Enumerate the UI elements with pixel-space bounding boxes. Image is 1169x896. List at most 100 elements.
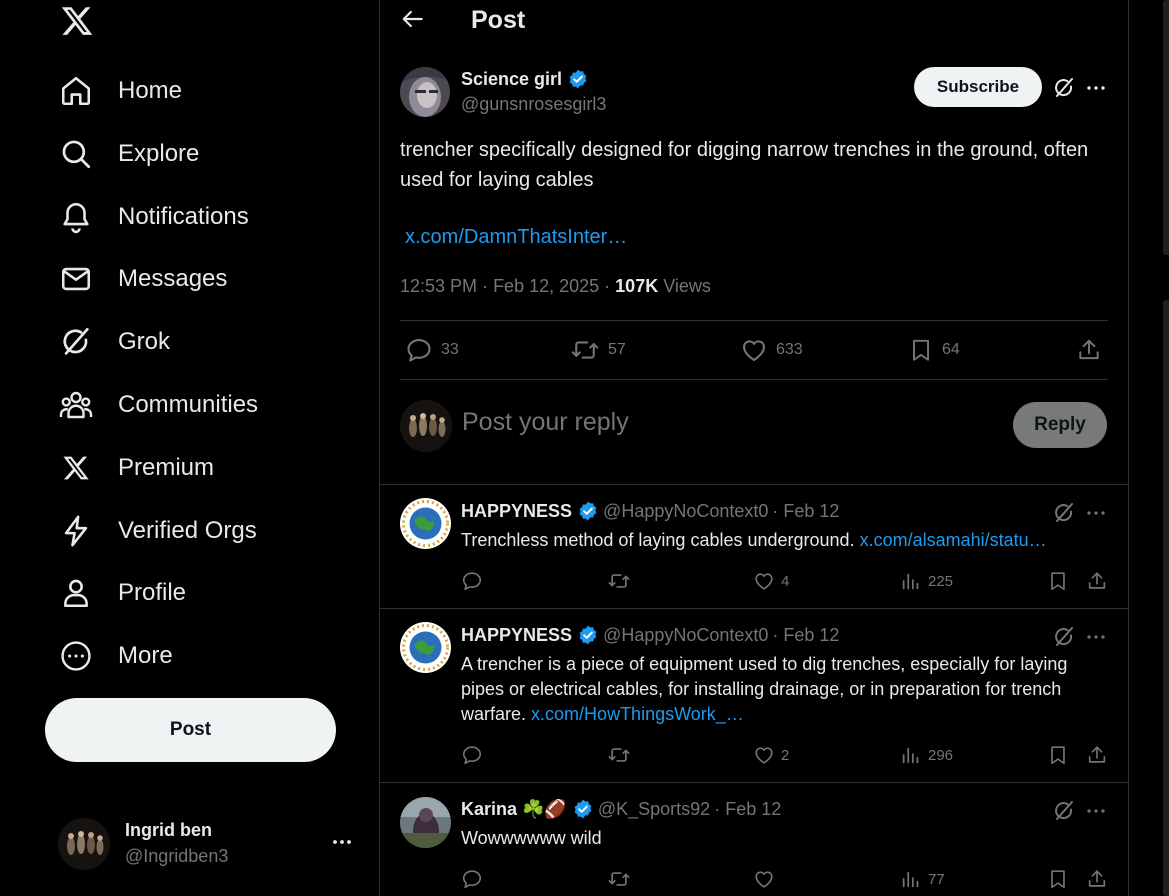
repost-icon xyxy=(608,872,630,886)
bookmark-action[interactable]: 64 xyxy=(908,335,960,365)
verified-badge-icon xyxy=(577,624,599,646)
like-action[interactable]: 633 xyxy=(740,335,803,365)
reply-like-count: 4 xyxy=(781,572,790,590)
repost-action[interactable]: 57 xyxy=(570,335,626,365)
nav-explore-label: Explore xyxy=(118,140,200,167)
right-panel-edge xyxy=(1163,300,1169,896)
reply-views-action[interactable]: 225 xyxy=(900,569,953,593)
reply-author-name[interactable]: Karina ☘️🏈 xyxy=(461,799,567,820)
share-icon xyxy=(1088,870,1106,887)
back-arrow-icon[interactable] xyxy=(400,6,426,32)
reply-author-name[interactable]: HAPPYNESS xyxy=(461,501,572,522)
more-icon[interactable] xyxy=(1084,625,1108,649)
bar-chart-icon xyxy=(902,871,919,888)
post-views-count: 107K xyxy=(615,276,659,296)
nav-explore[interactable]: Explore xyxy=(58,129,199,179)
reply-bookmark-action[interactable] xyxy=(1047,569,1075,593)
grok-icon[interactable] xyxy=(1052,501,1076,525)
reply-avatar[interactable] xyxy=(400,622,451,673)
verified-badge-icon xyxy=(572,798,594,820)
reply-date[interactable]: · Feb 12 xyxy=(714,799,781,820)
nav-home-label: Home xyxy=(118,77,183,104)
reply-bookmark-action[interactable] xyxy=(1047,743,1075,767)
reply-repost-action[interactable] xyxy=(607,569,637,593)
reply-repost-action[interactable] xyxy=(607,743,637,767)
divider xyxy=(400,379,1108,380)
more-icon[interactable] xyxy=(1084,76,1108,100)
reply-author-name[interactable]: HAPPYNESS xyxy=(461,625,572,646)
author-handle[interactable]: @gunsnrosesgirl3 xyxy=(461,94,606,115)
envelope-icon xyxy=(58,261,94,297)
reply-author-handle[interactable]: @HappyNoContext0 xyxy=(603,625,768,646)
reply-header: HAPPYNESS @HappyNoContext0 · Feb 12 xyxy=(461,624,839,646)
reply-body: Trenchless method of laying cables under… xyxy=(461,530,855,550)
reply-date[interactable]: · Feb 12 xyxy=(772,501,839,522)
nav-communities[interactable]: Communities xyxy=(58,380,258,430)
reply-like-action[interactable]: 4 xyxy=(753,569,789,593)
grok-icon[interactable] xyxy=(1052,625,1076,649)
reply-action[interactable]: 33 xyxy=(405,335,459,365)
bookmark-icon xyxy=(1051,746,1065,765)
reply-button[interactable]: Reply xyxy=(1013,402,1107,448)
reply-views-action[interactable]: 77 xyxy=(900,867,945,891)
reply-author-handle[interactable]: @HappyNoContext0 xyxy=(603,501,768,522)
nav-premium[interactable]: Premium xyxy=(58,443,214,493)
reply-author-handle[interactable]: @K_Sports92 xyxy=(598,799,710,820)
bookmark-icon xyxy=(1051,572,1065,591)
grok-icon[interactable] xyxy=(1052,799,1076,823)
account-handle: @Ingridben3 xyxy=(125,846,229,866)
account-switcher[interactable]: Ingrid ben @Ingridben3 xyxy=(58,816,358,870)
nav-notifications[interactable]: Notifications xyxy=(58,192,249,242)
nav-grok[interactable]: Grok xyxy=(58,317,170,367)
post-text: trencher specifically designed for diggi… xyxy=(400,139,1089,191)
post-time[interactable]: 12:53 PM xyxy=(400,276,477,296)
reply-input[interactable]: Post your reply xyxy=(462,408,629,437)
nav-home[interactable]: Home xyxy=(58,66,182,116)
grok-icon[interactable] xyxy=(1052,76,1076,100)
nav-messages[interactable]: Messages xyxy=(58,254,227,304)
reply-reply-action[interactable] xyxy=(461,867,489,891)
nav-verified-orgs-label: Verified Orgs xyxy=(118,517,257,544)
reply-like-action[interactable] xyxy=(753,867,781,891)
nav-profile[interactable]: Profile xyxy=(58,568,186,618)
search-icon xyxy=(58,136,94,172)
repost-icon xyxy=(608,748,630,762)
reply-date[interactable]: · Feb 12 xyxy=(772,625,839,646)
reply-text: A trencher is a piece of equipment used … xyxy=(461,652,1111,727)
reply-share-action[interactable] xyxy=(1086,867,1114,891)
verified-badge-icon xyxy=(567,68,589,90)
reply-reply-action[interactable] xyxy=(461,743,489,767)
reply-repost-action[interactable] xyxy=(607,867,637,891)
reply-link[interactable]: x.com/HowThingsWork_… xyxy=(531,704,744,724)
author-name-row[interactable]: Science girl xyxy=(461,68,589,90)
reply-link[interactable]: x.com/alsamahi/statu… xyxy=(860,530,1047,550)
reply-header: HAPPYNESS @HappyNoContext0 · Feb 12 xyxy=(461,500,839,522)
home-icon xyxy=(58,73,94,109)
more-icon[interactable] xyxy=(1084,501,1108,525)
nav-verified-orgs[interactable]: Verified Orgs xyxy=(58,506,257,556)
author-avatar[interactable] xyxy=(400,67,450,117)
reply-reply-action[interactable] xyxy=(461,569,489,593)
right-panel-edge xyxy=(1163,0,1169,255)
x-logo-icon[interactable] xyxy=(60,4,94,38)
nav-more[interactable]: More xyxy=(58,631,173,681)
reply-like-action[interactable]: 2 xyxy=(753,743,789,767)
bookmark-icon xyxy=(912,339,930,361)
reply-views-action[interactable]: 296 xyxy=(900,743,953,767)
reply-avatar[interactable] xyxy=(400,498,451,549)
reply-avatar[interactable] xyxy=(400,797,451,848)
more-icon[interactable] xyxy=(1084,799,1108,823)
post-link[interactable]: x.com/DamnThatsInter… xyxy=(405,226,627,249)
post-button[interactable]: Post xyxy=(45,698,336,762)
more-circle-icon xyxy=(58,638,94,674)
reply-bookmark-action[interactable] xyxy=(1047,867,1075,891)
nav-messages-label: Messages xyxy=(118,265,228,292)
post-date[interactable]: Feb 12, 2025 xyxy=(493,276,599,296)
reply-text: Trenchless method of laying cables under… xyxy=(461,528,1111,553)
reply-share-action[interactable] xyxy=(1086,743,1114,767)
reply-share-action[interactable] xyxy=(1086,569,1114,593)
share-icon xyxy=(1088,746,1106,763)
repost-icon xyxy=(571,341,599,359)
share-action[interactable] xyxy=(1076,335,1110,365)
subscribe-button[interactable]: Subscribe xyxy=(914,67,1042,107)
